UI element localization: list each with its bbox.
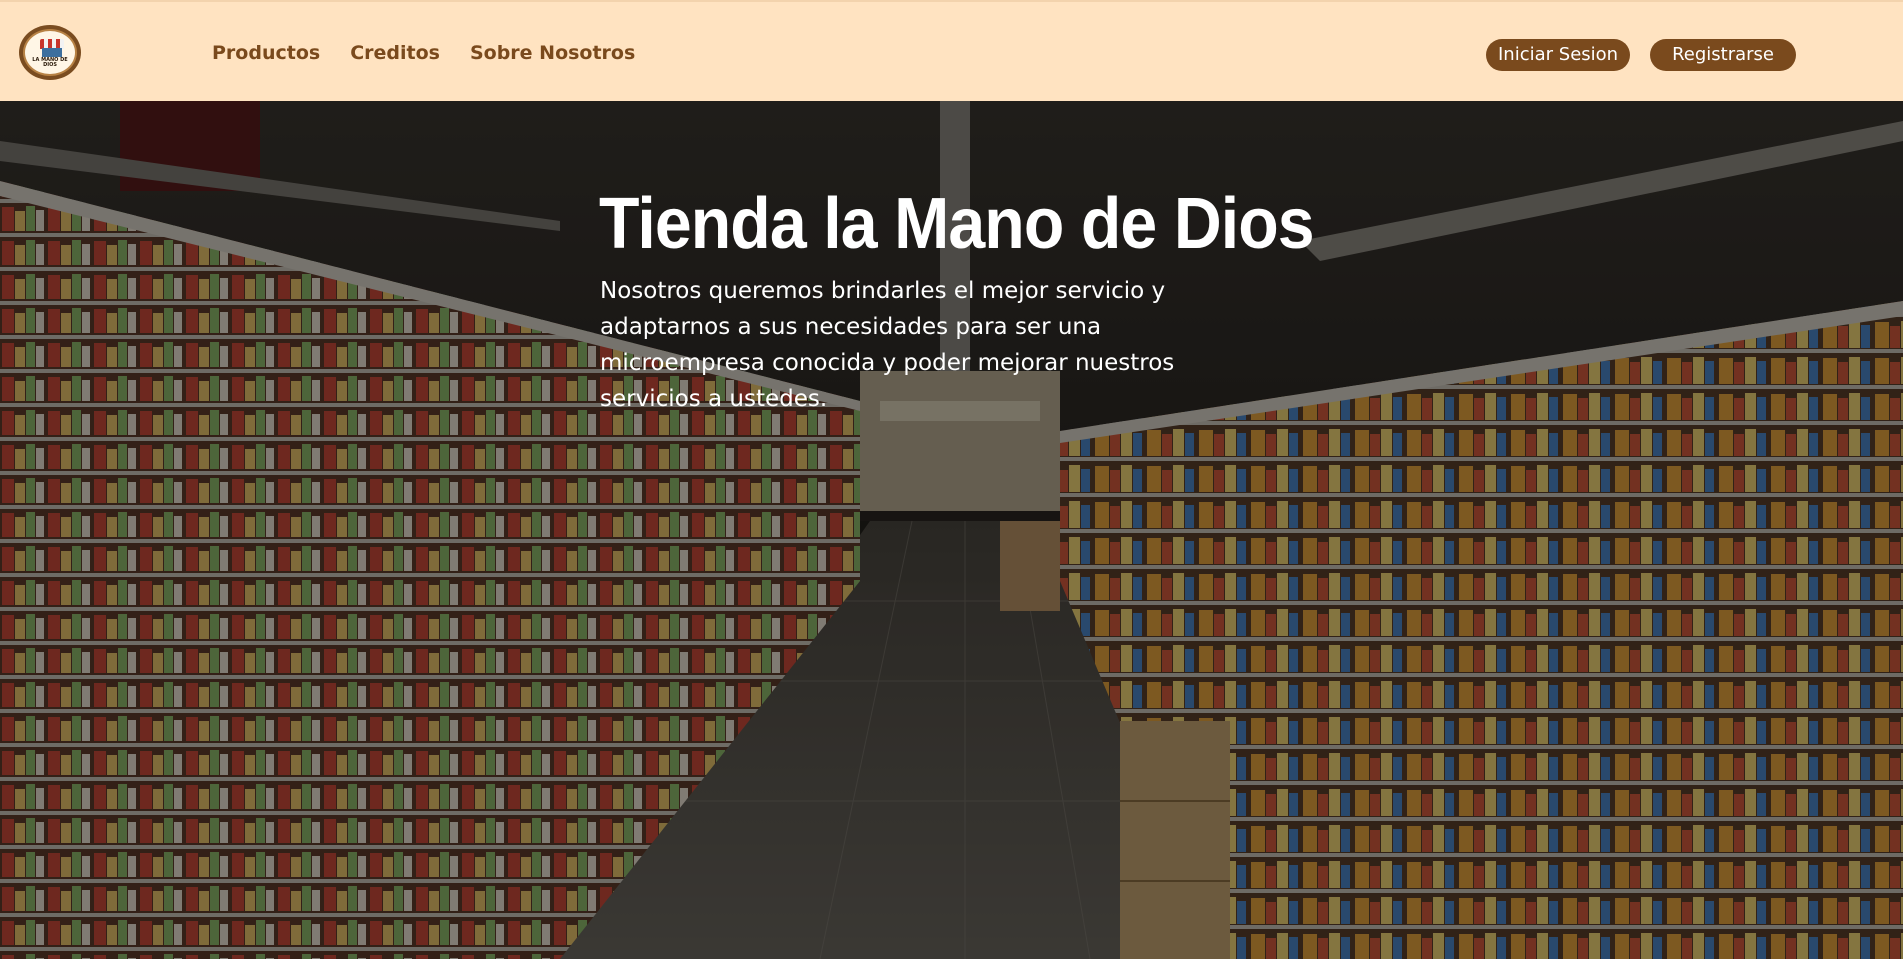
login-button[interactable]: Iniciar Sesion <box>1486 39 1631 71</box>
store-logo[interactable]: LA MANO DE DIOS <box>19 25 81 80</box>
main-nav: Productos Creditos Sobre Nosotros <box>212 40 665 66</box>
nav-link-creditos[interactable]: Creditos <box>350 40 440 66</box>
nav-link-productos[interactable]: Productos <box>212 40 320 66</box>
store-logo-badge: LA MANO DE DIOS <box>23 29 77 76</box>
hero-section: Tienda la Mano de Dios Nosotros queremos… <box>0 101 1903 959</box>
nav-link-sobre-nosotros[interactable]: Sobre Nosotros <box>470 40 635 66</box>
top-navbar: LA MANO DE DIOS Productos Creditos Sobre… <box>0 0 1903 101</box>
register-button[interactable]: Registrarse <box>1650 39 1796 71</box>
hero-description: Nosotros queremos brindarles el mejor se… <box>600 278 1175 412</box>
hero-title: Tienda la Mano de Dios <box>599 184 1315 264</box>
logo-text: LA MANO DE DIOS <box>32 57 68 68</box>
shop-front-icon <box>42 48 62 57</box>
auth-buttons: Iniciar Sesion Registrarse <box>1486 39 1796 71</box>
